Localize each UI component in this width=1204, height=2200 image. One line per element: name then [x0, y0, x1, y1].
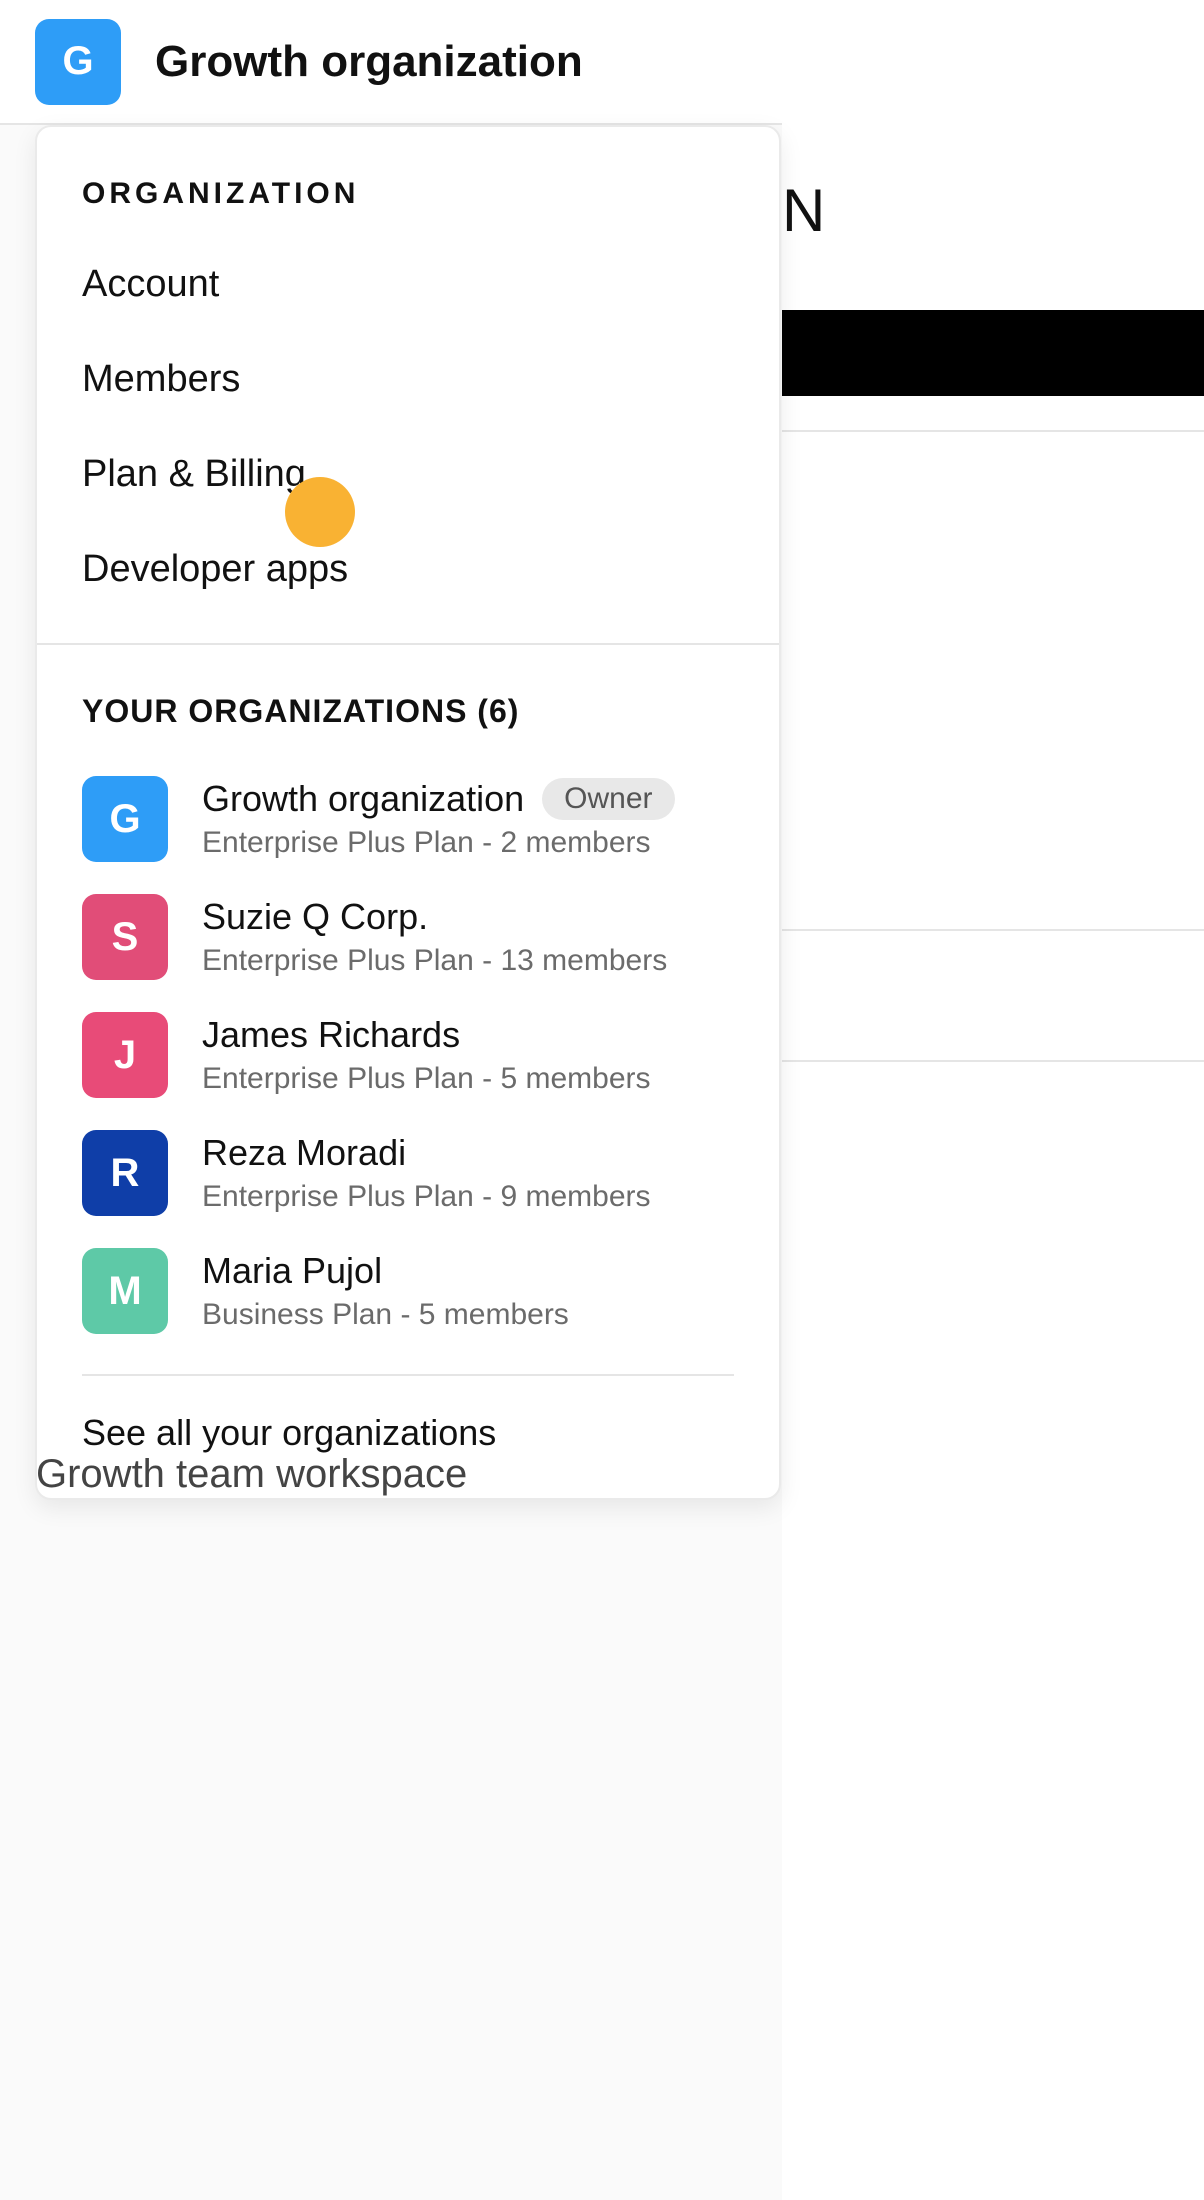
org-text: Reza Moradi Enterprise Plus Plan - 9 mem…	[202, 1132, 651, 1214]
org-row-reza[interactable]: R Reza Moradi Enterprise Plus Plan - 9 m…	[82, 1114, 734, 1232]
owner-badge: Owner	[542, 778, 674, 820]
org-dropdown: ORGANIZATION Account Members Plan & Bill…	[35, 125, 781, 1500]
org-row-james[interactable]: J James Richards Enterprise Plus Plan - …	[82, 996, 734, 1114]
org-text: James Richards Enterprise Plus Plan - 5 …	[202, 1014, 651, 1096]
org-row-suzieq[interactable]: S Suzie Q Corp. Enterprise Plus Plan - 1…	[82, 878, 734, 996]
orgs-header-prefix: YOUR ORGANIZATIONS (	[82, 693, 489, 729]
org-text: Suzie Q Corp. Enterprise Plus Plan - 13 …	[202, 896, 667, 978]
org-avatar-icon: M	[82, 1248, 168, 1334]
org-row-growth[interactable]: G Growth organization Owner Enterprise P…	[82, 760, 734, 878]
org-name: Maria Pujol	[202, 1250, 382, 1292]
background-partial-text: N	[782, 176, 825, 245]
menu-item-plan-billing[interactable]: Plan & Billing	[37, 427, 779, 522]
org-avatar-icon: G	[82, 776, 168, 862]
org-avatar-icon: R	[82, 1130, 168, 1216]
org-name-line: Reza Moradi	[202, 1132, 651, 1174]
org-avatar: G	[35, 19, 121, 105]
background-divider-3	[782, 1060, 1204, 1062]
orgs-section: YOUR ORGANIZATIONS (6) G Growth organiza…	[37, 645, 779, 1360]
background-bottom-text: Growth team workspace	[36, 1452, 467, 1497]
orgs-header-suffix: )	[508, 693, 520, 729]
org-meta: Enterprise Plus Plan - 5 members	[202, 1062, 651, 1096]
menu-item-developer-apps[interactable]: Developer apps	[37, 522, 779, 617]
background-dark-button[interactable]	[782, 310, 1204, 396]
org-text: Maria Pujol Business Plan - 5 members	[202, 1250, 569, 1332]
org-avatar-icon: J	[82, 1012, 168, 1098]
org-meta: Enterprise Plus Plan - 13 members	[202, 944, 667, 978]
org-name: James Richards	[202, 1014, 460, 1056]
org-row-maria[interactable]: M Maria Pujol Business Plan - 5 members	[82, 1232, 734, 1350]
background-divider-2	[782, 929, 1204, 931]
menu-item-account[interactable]: Account	[37, 237, 779, 332]
org-meta: Business Plan - 5 members	[202, 1298, 569, 1332]
org-name-line: Suzie Q Corp.	[202, 896, 667, 938]
org-name-line: Growth organization Owner	[202, 778, 675, 820]
org-name: Suzie Q Corp.	[202, 896, 428, 938]
org-name: Reza Moradi	[202, 1132, 406, 1174]
orgs-header: YOUR ORGANIZATIONS (6)	[82, 693, 734, 730]
org-meta: Enterprise Plus Plan - 2 members	[202, 826, 675, 860]
org-avatar-icon: S	[82, 894, 168, 980]
orgs-count: 6	[489, 693, 508, 729]
menu-item-members[interactable]: Members	[37, 332, 779, 427]
background-divider-1	[782, 430, 1204, 432]
org-title: Growth organization	[155, 37, 583, 87]
org-name-line: James Richards	[202, 1014, 651, 1056]
section-label-organization: ORGANIZATION	[37, 177, 779, 237]
org-name-line: Maria Pujol	[202, 1250, 569, 1292]
org-meta: Enterprise Plus Plan - 9 members	[202, 1180, 651, 1214]
org-text: Growth organization Owner Enterprise Plu…	[202, 778, 675, 860]
org-name: Growth organization	[202, 778, 524, 820]
